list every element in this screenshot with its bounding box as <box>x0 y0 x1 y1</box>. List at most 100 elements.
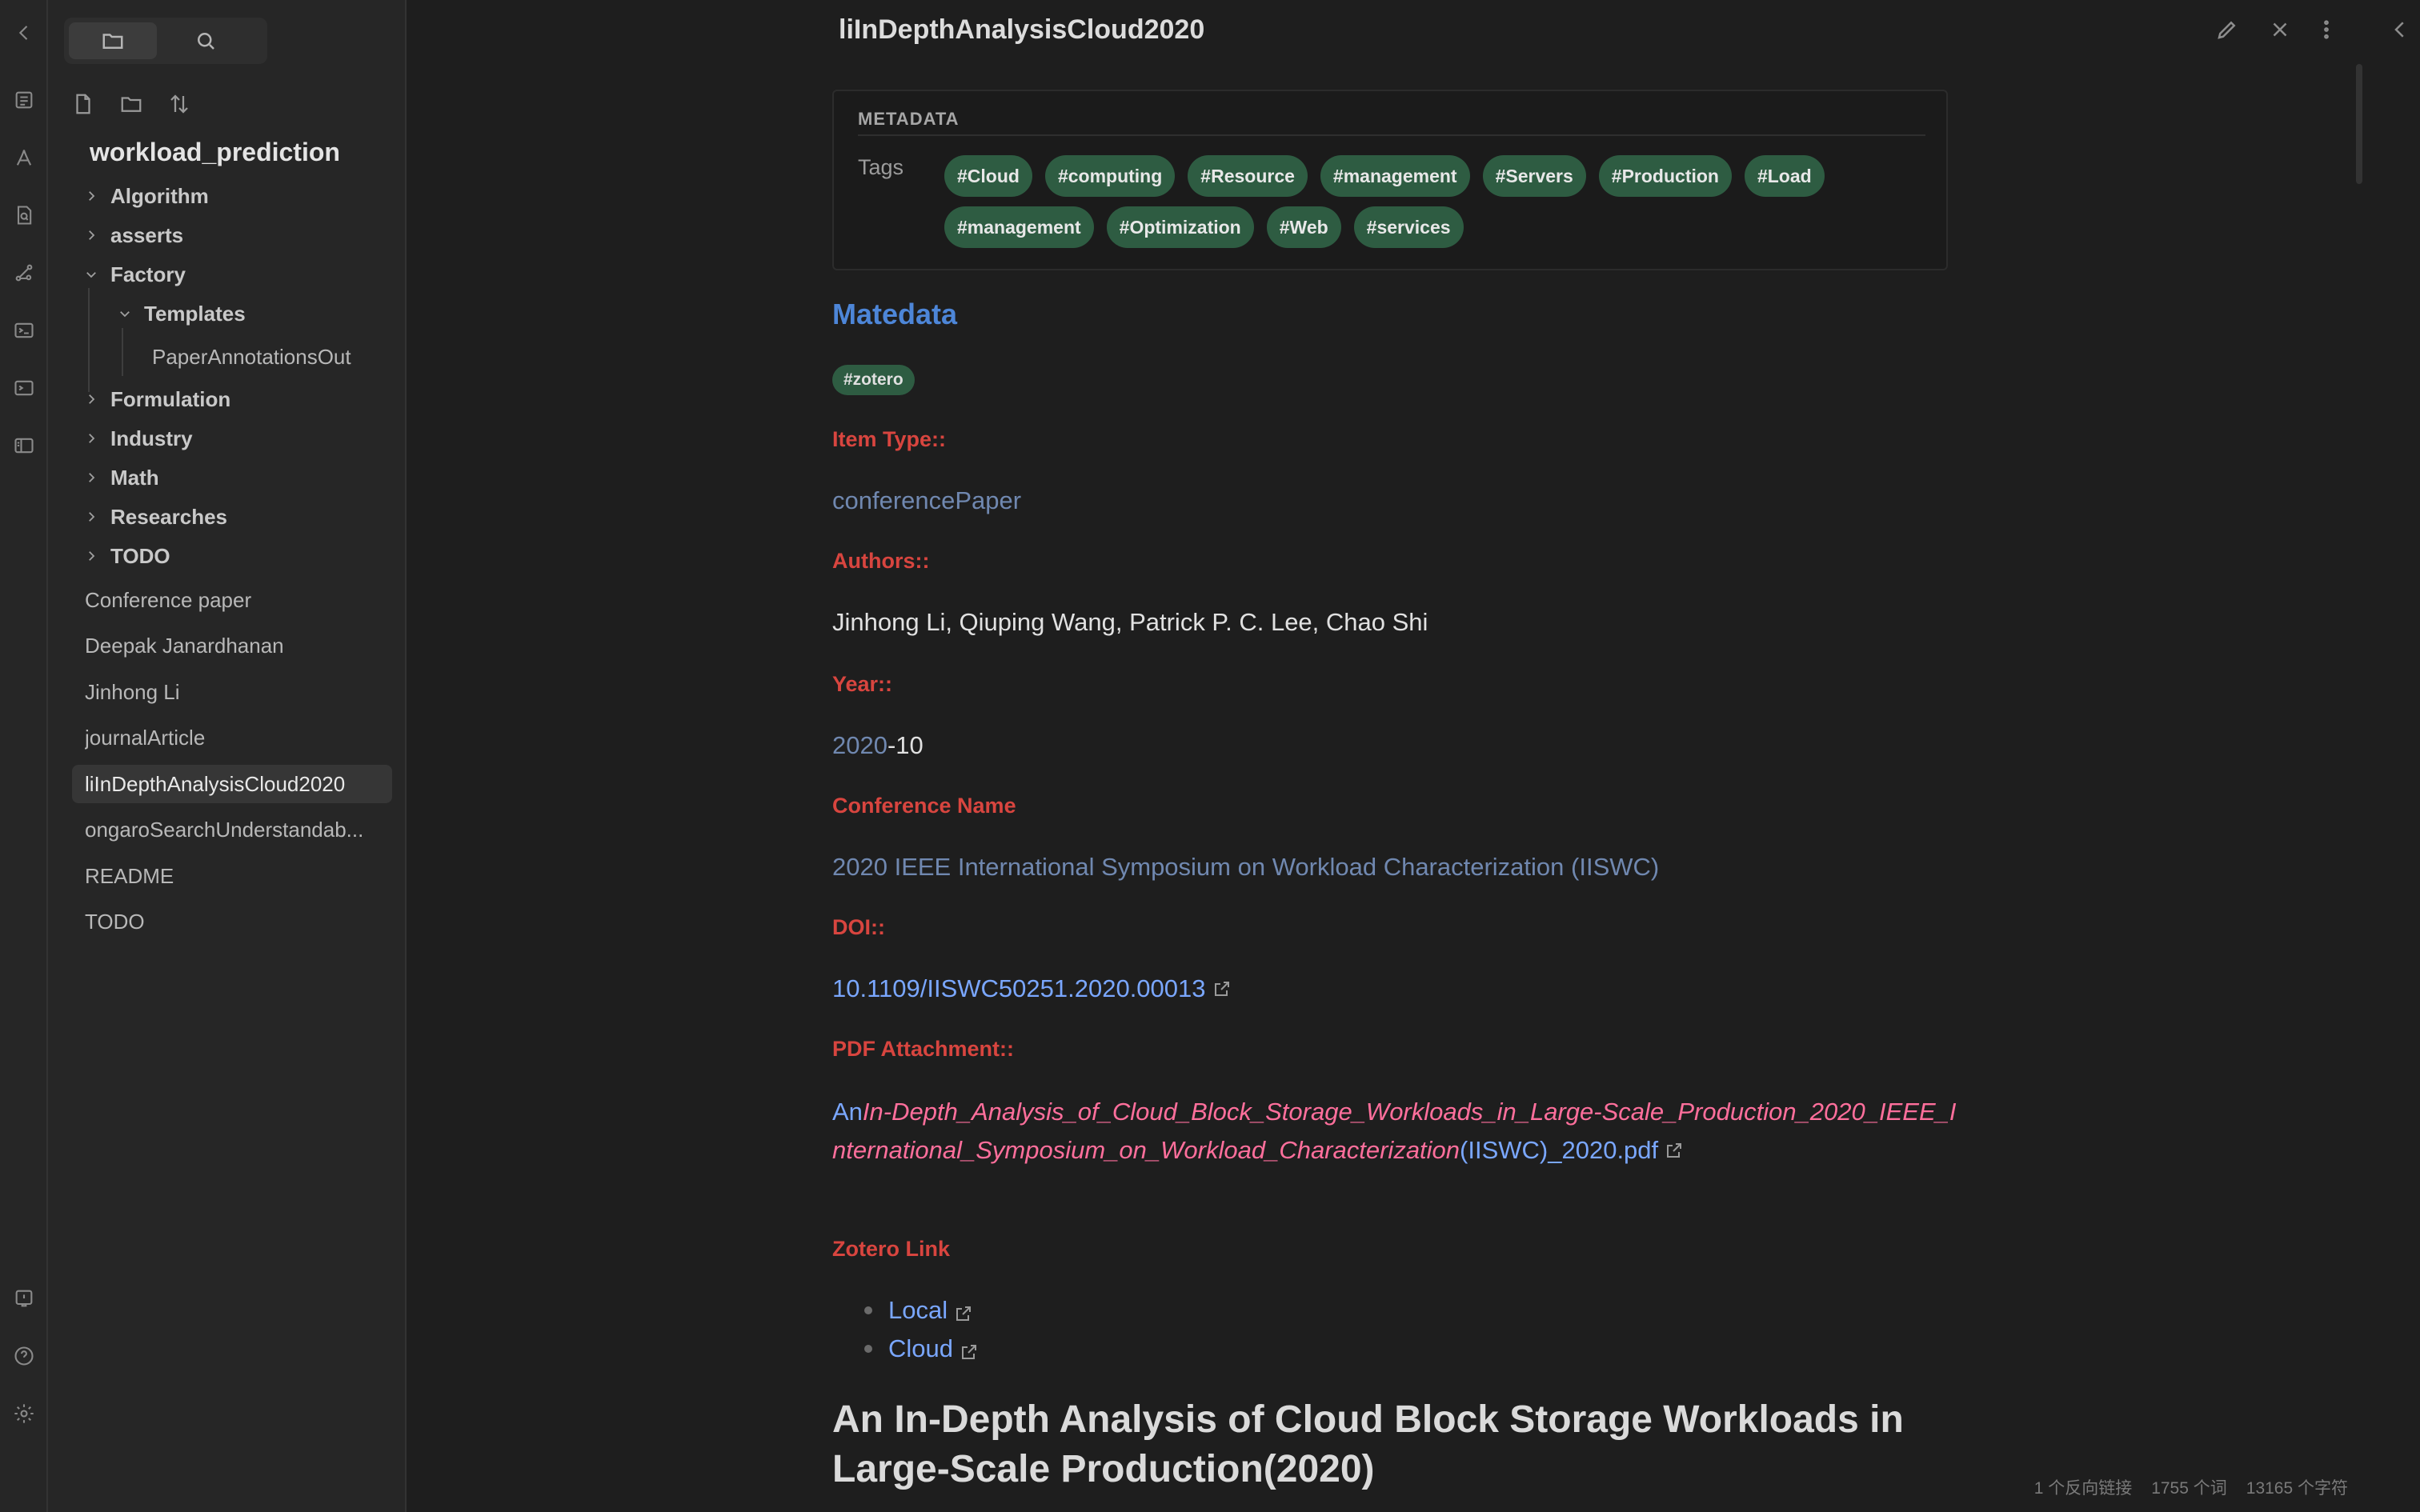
bullet-dot <box>864 1345 872 1353</box>
year-value: 2020-10 <box>832 731 924 760</box>
folder-formulation[interactable]: Formulation <box>82 382 230 417</box>
zotero-link-label: Zotero Link <box>832 1237 950 1261</box>
backlinks-count[interactable]: 1 个反向链接 <box>2034 1475 2133 1499</box>
search-file-icon[interactable] <box>10 202 38 229</box>
list-item: Local <box>832 1291 979 1330</box>
folder-industry[interactable]: Industry <box>82 421 193 456</box>
folder-math[interactable]: Math <box>82 460 159 495</box>
chevron-left-icon <box>2394 22 2404 38</box>
explorer-toolbar <box>69 90 194 122</box>
folder-label: Templates <box>144 301 246 326</box>
new-note-button[interactable] <box>69 90 98 118</box>
tag-pill[interactable]: #Servers <box>1482 155 1586 197</box>
folder-label: Factory <box>110 262 186 286</box>
more-options-button[interactable] <box>2314 18 2338 42</box>
tag-pill[interactable]: #Optimization <box>1106 206 1254 248</box>
folder-templates[interactable]: Templates <box>115 296 246 331</box>
section-heading: Matedata <box>832 298 958 330</box>
terminal-alt-icon[interactable] <box>10 374 38 402</box>
tree-indent-guide <box>88 288 90 392</box>
close-icon <box>2273 22 2287 37</box>
doi-label: DOI:: <box>832 915 885 939</box>
file-todo[interactable]: TODO <box>85 902 397 941</box>
folder-asserts[interactable]: asserts <box>82 218 183 253</box>
collapse-left-icon[interactable] <box>10 19 38 46</box>
folder-label: TODO <box>110 543 170 568</box>
file-ongaro-search-understandable[interactable]: ongaroSearchUnderstandab... <box>85 810 397 849</box>
terminal-icon[interactable] <box>10 317 38 344</box>
metadata-heading: METADATA <box>858 109 960 129</box>
pdf-tool-icon[interactable] <box>10 144 38 171</box>
new-folder-button[interactable] <box>117 90 146 118</box>
pages-icon[interactable] <box>10 86 38 114</box>
pencil-icon <box>2218 21 2236 39</box>
tag-pill[interactable]: #management <box>1320 155 1470 197</box>
file-jinhong-li[interactable]: Jinhong Li <box>85 673 397 711</box>
tree-indent-guide <box>122 328 123 376</box>
file-deepak-janardhanan[interactable]: Deepak Janardhanan <box>85 626 397 665</box>
help-icon[interactable] <box>10 1342 38 1370</box>
item-type-label: Item Type:: <box>832 427 947 451</box>
file-li-in-depth-analysis-cloud-2020[interactable]: liInDepthAnalysisCloud2020 <box>72 765 392 803</box>
authors-value: Jinhong Li, Qiuping Wang, Patrick P. C. … <box>832 608 1428 636</box>
tab-files[interactable] <box>69 22 157 59</box>
vault-switch-icon[interactable] <box>10 1285 38 1312</box>
folder-algorithm[interactable]: Algorithm <box>82 178 209 214</box>
external-link-icon <box>1665 1133 1684 1158</box>
chevron-right-icon <box>82 507 101 526</box>
vault-name[interactable]: workload_prediction <box>90 138 340 167</box>
zotero-cloud-link[interactable]: Cloud <box>888 1334 953 1363</box>
external-link-icon <box>960 1339 979 1359</box>
folder-factory[interactable]: Factory <box>82 257 186 292</box>
item-type-value[interactable]: conferencePaper <box>832 486 1021 515</box>
pdf-italic: In-Depth_Analysis_of_Cloud_Block_Storage… <box>832 1098 1957 1164</box>
external-link-icon <box>954 1301 973 1321</box>
chevron-down-icon <box>115 304 134 323</box>
file-conference-paper[interactable]: Conference paper <box>85 581 397 619</box>
status-bar: 1 个反向链接 1755 个词 13165 个字符 <box>2034 1475 2348 1499</box>
folder-researches[interactable]: Researches <box>82 499 227 534</box>
note-title[interactable]: liInDepthAnalysisCloud2020 <box>839 14 1204 46</box>
conference-name-value[interactable]: 2020 IEEE International Symposium on Wor… <box>832 853 1659 882</box>
tags-key: Tags <box>858 155 904 179</box>
pdf-attachment-label: PDF Attachment:: <box>832 1037 1014 1061</box>
graph-icon[interactable] <box>10 259 38 286</box>
tag-pill[interactable]: #Production <box>1598 155 1732 197</box>
collapse-right-button[interactable] <box>2388 18 2412 42</box>
folder-label: Math <box>110 465 159 490</box>
file-journal-article[interactable]: journalArticle <box>85 718 397 757</box>
tag-pill[interactable]: #Cloud <box>944 155 1032 197</box>
tag-pill[interactable]: #services <box>1353 206 1464 248</box>
year-link[interactable]: 2020 <box>832 731 887 759</box>
tag-pill[interactable]: #computing <box>1044 155 1176 197</box>
folder-label: asserts <box>110 222 184 247</box>
tab-search[interactable] <box>162 22 250 59</box>
search-icon <box>198 33 214 50</box>
sort-button[interactable] <box>165 90 194 118</box>
settings-icon[interactable] <box>10 1400 38 1427</box>
authors-label: Authors:: <box>832 549 930 573</box>
pdf-attachment-link[interactable]: AnIn-Depth_Analysis_of_Cloud_Block_Stora… <box>832 1093 1961 1170</box>
close-button[interactable] <box>2268 18 2292 42</box>
file-paper-annotations-out[interactable]: PaperAnnotationsOut <box>152 338 392 376</box>
chevron-right-icon <box>82 186 101 206</box>
tag-pill[interactable]: #Load <box>1744 155 1825 197</box>
conference-name-label: Conference Name <box>832 794 1016 818</box>
tag-pill[interactable]: #management <box>944 206 1094 248</box>
sort-icon <box>170 94 188 114</box>
chevron-right-icon <box>82 429 101 448</box>
zotero-tag[interactable]: #zotero <box>832 365 915 395</box>
doi-link[interactable]: 10.1109/IISWC50251.2020.00013 <box>832 974 1232 1003</box>
scrollbar[interactable] <box>2356 64 2362 184</box>
pdf-suffix: (IISWC)_2020.pdf <box>1460 1136 1659 1164</box>
folder-todo[interactable]: TODO <box>82 538 170 574</box>
tag-pill[interactable]: #Resource <box>1188 155 1308 197</box>
file-readme[interactable]: README <box>85 857 397 895</box>
layout-icon[interactable] <box>10 432 38 459</box>
zotero-local-link[interactable]: Local <box>888 1296 948 1325</box>
divider <box>858 134 1925 136</box>
word-count: 1755 个词 <box>2151 1479 2227 1498</box>
new-folder-icon <box>121 97 142 112</box>
edit-button[interactable] <box>2215 18 2239 42</box>
tag-pill[interactable]: #Web <box>1266 206 1341 248</box>
